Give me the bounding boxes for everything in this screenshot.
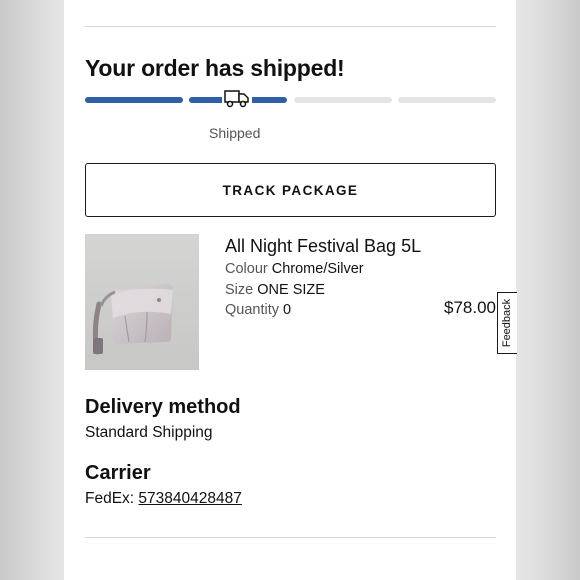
- track-package-button[interactable]: TRACK PACKAGE: [85, 163, 496, 217]
- quantity-label: Quantity: [225, 302, 279, 318]
- feedback-tab[interactable]: Feedback: [497, 292, 517, 354]
- delivery-method-heading: Delivery method: [85, 396, 241, 418]
- product-price: $78.00: [444, 298, 496, 317]
- product-image[interactable]: [85, 234, 199, 370]
- product-name[interactable]: All Night Festival Bag 5L: [225, 236, 421, 257]
- size-value: ONE SIZE: [257, 282, 325, 298]
- carrier-name: FedEx:: [85, 490, 135, 507]
- colour-value: Chrome/Silver: [271, 261, 364, 277]
- shipping-progress-bar: [85, 97, 496, 103]
- colour-label: Colour: [225, 261, 268, 277]
- product-size: Size ONE SIZE: [225, 282, 325, 298]
- carrier-info: FedEx: 573840428487: [85, 490, 242, 508]
- progress-segment-3: [294, 97, 392, 103]
- tracking-number-link[interactable]: 573840428487: [138, 490, 241, 507]
- carrier-heading: Carrier: [85, 462, 151, 484]
- top-divider: [85, 26, 496, 27]
- order-card: Your order has shipped! Shipped TRACK PA…: [64, 0, 516, 580]
- progress-segment-1: [85, 97, 183, 103]
- size-label: Size: [225, 282, 254, 298]
- delivery-method-value: Standard Shipping: [85, 424, 213, 441]
- page-title: Your order has shipped!: [85, 55, 345, 81]
- progress-segment-4: [398, 97, 496, 103]
- truck-icon: [222, 88, 252, 110]
- feedback-tab-label: Feedback: [501, 298, 514, 348]
- product-quantity: Quantity 0: [225, 302, 291, 318]
- quantity-value: 0: [283, 302, 292, 318]
- progress-status-label: Shipped: [209, 125, 261, 141]
- product-colour: Colour Chrome/Silver: [225, 261, 364, 277]
- bottom-divider: [85, 537, 496, 538]
